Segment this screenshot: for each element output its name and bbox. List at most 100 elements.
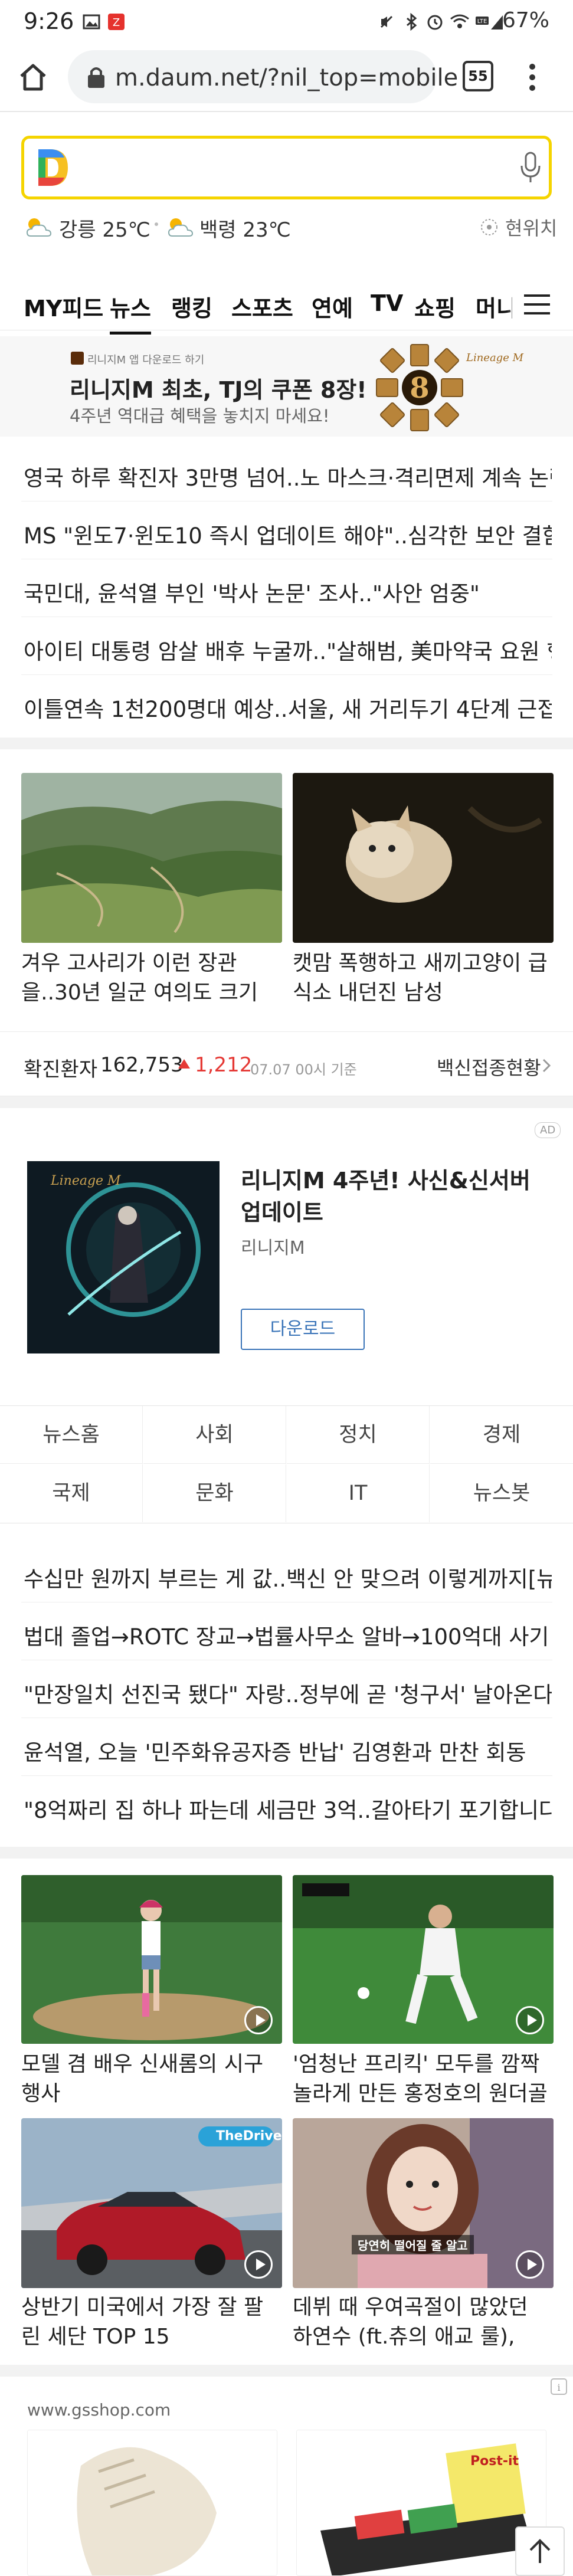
ad-brand: 리니지M [241, 1238, 305, 1258]
weather-city-2-name: 백령 [199, 218, 237, 242]
vaccine-link[interactable]: 백신접종현황 [437, 1053, 541, 1080]
video-card-title[interactable]: '엄청난 프리킥' 모두를 깜짝 놀라게 만든 홍정호의 원더골 [293, 2050, 554, 2111]
headline-item[interactable]: 윤석열, 오늘 '민주화유공자증 반납' 김영환과 만찬 회동 [21, 1718, 552, 1776]
coupon-8-graphic: 8 [375, 343, 464, 432]
video-card-image[interactable] [21, 1875, 282, 2044]
headline-item[interactable]: 아이티 대통령 암살 배후 누굴까.."살해범, 美마약국 요원 행세" [21, 617, 552, 675]
section-divider [0, 738, 573, 749]
tab-shopping[interactable]: 쇼핑 [414, 290, 456, 323]
ad-image[interactable]: Lineage M [27, 1161, 220, 1353]
photo-card-image[interactable] [293, 773, 554, 943]
svg-text:8: 8 [410, 372, 429, 405]
video-card-image[interactable] [293, 1875, 554, 2044]
photo-card-image[interactable] [21, 773, 282, 943]
bluetooth-icon [402, 12, 420, 31]
video-card-image[interactable]: TheDrive [21, 2118, 282, 2288]
tab-sports[interactable]: 스포츠 [231, 290, 293, 323]
category-newsbot[interactable]: 뉴스봇 [430, 1464, 573, 1522]
svg-text:LTE: LTE [477, 18, 487, 25]
app-icon [71, 352, 84, 365]
headline-item[interactable]: "8억짜리 집 하나 파는데 세금만 3억..갈아타기 포기합니다" [21, 1776, 552, 1834]
covid-label: 확진환자 [24, 1058, 98, 1081]
banner-subtitle: 4주년 역대급 혜택을 놓치지 마세요! [70, 406, 330, 426]
location-icon[interactable] [479, 217, 499, 237]
svg-text:Lineage M: Lineage M [50, 1174, 121, 1188]
headline-item[interactable]: "만장일치 선진국 됐다" 자랑..정부에 곧 '청구서' 날아온다 [21, 1660, 552, 1718]
covid-count: 162,753 [100, 1053, 184, 1077]
video-card-title[interactable]: 상반기 미국에서 가장 잘 팔린 세단 TOP 15 [21, 2293, 282, 2354]
banner-small-text: 리니지M 앱 다운로드 하기 [87, 354, 205, 366]
category-news-home[interactable]: 뉴스홈 [0, 1406, 143, 1464]
photo-card-title[interactable]: 겨우 고사리가 이런 장관을..30년 일군 여의도 크기 고사... [21, 949, 282, 1010]
search-box[interactable] [21, 136, 552, 199]
headline-item[interactable]: 국민대, 윤석열 부인 '박사 논문' 조사.."사안 엄중" [21, 559, 552, 617]
scroll-to-top-button[interactable] [515, 2526, 565, 2576]
tab-fade [506, 277, 524, 329]
category-culture[interactable]: 문화 [143, 1464, 286, 1522]
more-menu-icon[interactable] [526, 61, 538, 94]
covid-strip[interactable]: 확진환자 162,753 1,212 07.07 00시 기준 백신접종현황 [0, 1031, 573, 1096]
video-card-title[interactable]: 데뷔 때 우여곡절이 많았던 하연수 (ft.츄의 애교 룰), MBC... [293, 2293, 554, 2354]
headline-item[interactable]: 영국 하루 확진자 3만명 넘어..노 마스크·격리면제 계속 논란 [21, 444, 552, 502]
tab-ranking[interactable]: 랭킹 [171, 290, 212, 323]
weather-city-2[interactable]: 백령 23℃ [199, 214, 291, 249]
ad-badge: AD [535, 1122, 561, 1138]
headline-item[interactable]: 수십만 원까지 부르는 게 값..백신 안 맞으려 이렇게까지[뉴스피... [21, 1545, 552, 1602]
banner-brand: Lineage M [466, 352, 524, 364]
tab-news[interactable]: 뉴스 [110, 290, 151, 335]
voice-search-icon[interactable] [519, 152, 542, 185]
category-politics[interactable]: 정치 [287, 1406, 430, 1464]
shop-product-image[interactable]: Post-it [296, 2430, 546, 2576]
headline-text: "8억짜리 집 하나 파는데 세금만 3억..갈아타기 포기합니다" [24, 1798, 552, 1823]
ad-card[interactable]: AD Lineage M 리니지M 4주년! 사신&신서버 업데이트 리니지M … [0, 1108, 573, 1395]
video-card-image[interactable]: 당연히 떨어질 줄 알고 [293, 2118, 554, 2288]
ad-info-icon[interactable]: i [550, 2378, 568, 2395]
category-society[interactable]: 사회 [143, 1406, 286, 1464]
photo-card-title[interactable]: 캣맘 폭행하고 새끼고양이 급식소 내던진 남성 [293, 949, 554, 1010]
url-text: m.daum.net/?nil_top=mobile [115, 64, 459, 91]
headline-item[interactable]: MS "윈도7·윈도10 즉시 업데이트 해야"..심각한 보안 결함 발견 [21, 502, 552, 559]
weather-city-1[interactable]: 강릉 25℃ [59, 214, 150, 249]
tab-tv[interactable]: TV [371, 290, 403, 316]
tab-count-button[interactable]: 55 [463, 61, 493, 91]
section-divider [0, 1847, 573, 1859]
weather-city-1-temp: 25℃ [102, 218, 150, 242]
banner-ad[interactable]: 리니지M 앱 다운로드 하기 리니지M 최초, TJ의 쿠폰 8장! 4주년 역… [0, 336, 573, 437]
video-card-title[interactable]: 모델 겸 배우 신새롬의 시구 행사 [21, 2050, 282, 2111]
section-divider [0, 1096, 573, 1108]
play-icon [516, 2006, 544, 2034]
headline-item[interactable]: 이틀연속 1천200명대 예상..서울, 새 거리두기 4단계 근접 [21, 675, 552, 733]
category-economy[interactable]: 경제 [430, 1406, 573, 1464]
status-time: 9:26 [24, 8, 74, 34]
headline-text: "만장일치 선진국 됐다" 자랑..정부에 곧 '청구서' 날아온다 [24, 1682, 552, 1707]
chevron-right-icon [542, 1058, 551, 1073]
headline-item[interactable]: 법대 졸업→ROTC 장교→법률사무소 알바→100억대 사기 [21, 1602, 552, 1660]
lock-icon [86, 65, 107, 89]
ad-download-button[interactable]: 다운로드 [241, 1309, 365, 1350]
tab-entertainment[interactable]: 연예 [312, 290, 353, 323]
weather-city-1-name: 강릉 [59, 218, 96, 242]
mute-icon [378, 13, 395, 31]
shop-domain[interactable]: www.gsshop.com [27, 2400, 171, 2420]
video-badge: TheDrive [216, 2129, 282, 2144]
status-bar: 9:26 Z LTE 67% [0, 0, 573, 44]
weather-separator [155, 222, 158, 226]
play-icon [244, 2250, 273, 2279]
menu-icon[interactable] [523, 294, 551, 315]
shop-product-label: Post-it [470, 2454, 519, 2469]
category-tabs: MY피드 뉴스 랭킹 스포츠 연예 TV 쇼핑 머니 [0, 277, 573, 335]
app-notification-icon: Z [107, 13, 125, 31]
lte-signal-icon: LTE [476, 13, 505, 31]
category-world[interactable]: 국제 [0, 1464, 143, 1522]
url-field[interactable]: m.daum.net/?nil_top=mobile [68, 50, 458, 103]
banner-title: 리니지M 최초, TJ의 쿠폰 8장! [70, 377, 367, 403]
weather-icon [164, 214, 195, 240]
category-it[interactable]: IT [287, 1464, 430, 1522]
headline-text: 국민대, 윤석열 부인 '박사 논문' 조사.."사안 엄중" [24, 581, 480, 607]
wifi-icon [450, 13, 469, 31]
home-icon[interactable] [17, 61, 50, 94]
alarm-icon [426, 13, 444, 31]
tab-myfeed[interactable]: MY피드 [24, 290, 103, 323]
location-label[interactable]: 현위치 [505, 214, 557, 249]
shop-product-image[interactable] [27, 2430, 277, 2576]
